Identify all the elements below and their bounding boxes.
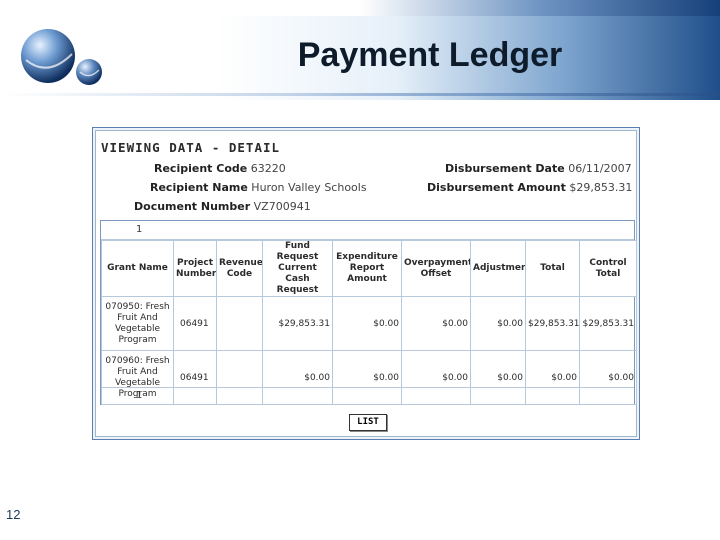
cash-request-cell: $29,853.31 [262,296,333,351]
disbursement-amount-value: $29,853.31 [569,181,633,194]
recipient-name-value: Huron Valley Schools [251,181,367,194]
expenditure-cell: $0.00 [332,296,402,351]
disbursement-amount-row: Disbursement Amount $29,853.31 [427,181,632,194]
overpayment-cell: $0.00 [401,296,471,351]
page-indicator-top: 1 [101,221,634,240]
disbursement-date-value: 06/11/2007 [568,162,632,175]
grant-name-cell: 070950: Fresh Fruit And Vegetable Progra… [101,296,174,351]
disbursement-date-row: Disbursement Date 06/11/2007 [445,162,632,175]
document-number-row: Document Number VZ700941 [134,200,311,213]
page-link-bottom[interactable]: 1 [136,390,142,401]
page-number: 12 [6,507,21,522]
ledger-table-container: 1 Grant Name Project Number Revenue Code… [100,220,637,405]
revenue-code-cell [216,296,263,351]
project-number-cell: 06491 [173,296,217,351]
recipient-code-value: 63220 [250,162,286,175]
table-row: 070950: Fresh Fruit And Vegetable Progra… [101,296,637,351]
disbursement-date-label: Disbursement Date [445,162,565,175]
col-header-control-total: Control Total [579,240,637,297]
col-header-expenditure: Expenditure Report Amount [332,240,402,297]
col-header-cash-request: Fund Request Current Cash Request [262,240,333,297]
total-cell: $29,853.31 [525,296,580,351]
slide-header: Payment Ledger [0,0,720,100]
col-header-total: Total [525,240,580,297]
recipient-code-row: Recipient Code 63220 [154,162,286,175]
ledger-table: Grant Name Project Number Revenue Code F… [101,240,637,405]
col-header-revenue-code: Revenue Code [216,240,263,297]
recipient-name-label: Recipient Name [150,181,248,194]
col-header-overpayment: Overpayment Offset [401,240,471,297]
view-title: VIEWING DATA - DETAIL [101,140,281,155]
col-header-project-number: Project Number [173,240,217,297]
disbursement-amount-label: Disbursement Amount [427,181,566,194]
col-header-grant-name: Grant Name [101,240,174,297]
table-header-row: Grant Name Project Number Revenue Code F… [101,240,637,297]
recipient-name-row: Recipient Name Huron Valley Schools [150,181,367,194]
ledger-detail-panel: VIEWING DATA - DETAIL Recipient Code 632… [92,127,640,440]
recipient-code-label: Recipient Code [154,162,248,175]
control-total-cell: $29,853.31 [579,296,637,351]
page-link-top[interactable]: 1 [136,224,142,235]
slide-title: Payment Ledger [297,36,563,74]
page-indicator-bottom: 1 [101,387,634,404]
ledger-detail-inner: VIEWING DATA - DETAIL Recipient Code 632… [95,130,637,437]
header-top-band [0,0,720,16]
document-number-label: Document Number [134,200,251,213]
col-header-adjustment: Adjustment [470,240,526,297]
list-button[interactable]: LIST [349,414,387,431]
adjustment-cell: $0.00 [470,296,526,351]
globe-logo-icon [21,29,102,85]
document-number-value: VZ700941 [253,200,311,213]
